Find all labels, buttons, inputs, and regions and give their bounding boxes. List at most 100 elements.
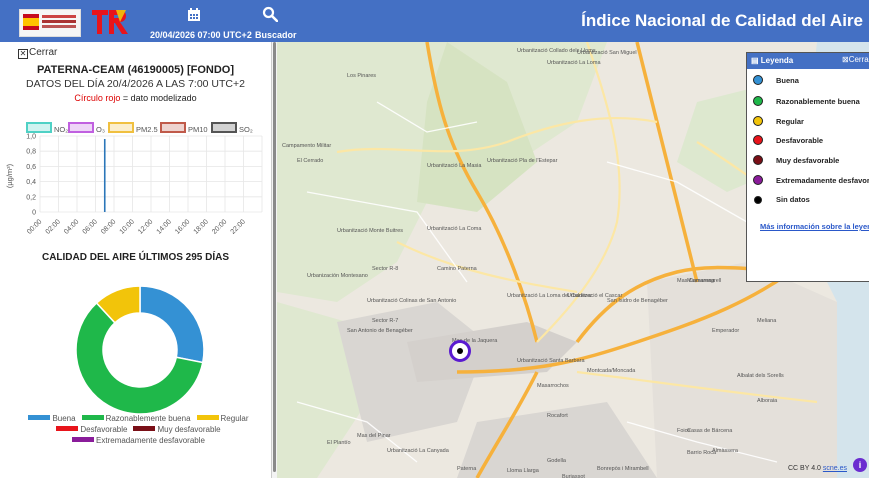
map-place-label: Bonrepòs i Mirambell (597, 466, 649, 472)
modeled-note-rest: = dato modelizado (120, 93, 197, 103)
legend-row: Desfavorable Muy desfavorable (0, 425, 271, 434)
x-tick-label: 16:00 (174, 218, 191, 235)
calendar-icon[interactable] (187, 8, 201, 27)
legend-dot (754, 196, 762, 204)
donut-legend-item[interactable]: Razonablemente buena (76, 414, 191, 423)
map-place-label: Urbanització La Canyada (387, 448, 450, 454)
swatch (81, 415, 104, 420)
legend-more-info-link[interactable]: Más información sobre la leyenda (760, 222, 869, 231)
y-tick-label: 0 (32, 210, 36, 217)
map-place-label: Urbanización Montesano (307, 273, 368, 279)
ministry-logo-text (42, 15, 76, 18)
attribution-link[interactable]: scne.es (823, 465, 847, 472)
station-marker[interactable] (449, 340, 471, 362)
map-place-label: San Isidro de Benagéber (607, 298, 668, 304)
legend-item-extremadamente-desfavorable: Extremadamente desfavorable (753, 175, 869, 185)
modeled-note-red: Círculo rojo (74, 93, 121, 103)
legend-dot (753, 155, 763, 165)
legend-item-regular: Regular (753, 116, 804, 126)
map-place-label: Massamagrell (687, 278, 721, 284)
top-bar: 20/04/2026 07:00 UTC+2 Buscador Índice N… (0, 0, 869, 42)
donut-legend-label: Muy desfavorable (157, 425, 221, 434)
map-place-label: Urbanització La Coma (427, 226, 482, 232)
legend-close-label: Cerrar (848, 55, 869, 64)
legend-dot (753, 175, 763, 185)
modeled-note: Círculo rojo = dato modelizado (0, 93, 271, 103)
map-place-label: Campamento Militar (282, 143, 331, 149)
legend-item-razonablemente-buena: Razonablemente buena (753, 96, 860, 106)
station-panel: ✕ Cerrar PATERNA-CEAM (46190005) [FONDO] … (0, 42, 271, 478)
legend-close-button[interactable]: ⊠Cerrar (842, 55, 869, 64)
map-place-label: Urbanització Colinas de San Antonio (367, 298, 456, 304)
y-tick-label: 0,6 (26, 164, 36, 171)
map-place-label: Urbanització La Masia (427, 163, 482, 169)
x-tick-label: 04:00 (63, 218, 80, 235)
pollutant-line-chart: 0 0,2 0,4 0,6 0,8 1,0 00:00 02:00 04:00 06:00 08:0… (5, 134, 263, 236)
scrollbar-thumb[interactable] (273, 42, 276, 472)
spain-coat-of-arms-icon (23, 14, 39, 30)
x-tick-label: 00:00 (26, 218, 43, 235)
legend-item-label: Razonablemente buena (776, 97, 860, 106)
close-label: Cerrar (29, 47, 58, 58)
map-place-label: Godella (547, 458, 567, 464)
legend-dot (753, 116, 763, 126)
legend-panel: ▤ Leyenda ⊠Cerrar Buena Razonablemente b… (746, 52, 869, 282)
legend-item-label: Muy desfavorable (776, 156, 840, 165)
donut-legend-label: Buena (52, 414, 76, 423)
map-place-label: Urbanització Monte Buitres (337, 228, 403, 234)
y-tick-label: 0,4 (26, 179, 36, 186)
info-icon[interactable]: i (853, 458, 867, 472)
map-place-label: El Cerrado (297, 158, 323, 164)
donut-legend-label: Razonablemente buena (105, 414, 191, 423)
map-place-label: Emperador (712, 328, 739, 334)
x-tick-label: 20:00 (211, 218, 228, 235)
map-place-label: Urbanització La Loma (547, 60, 601, 66)
y-tick-label: 0,8 (26, 149, 36, 156)
donut-legend-item[interactable]: Extremadamente desfavorable (66, 436, 205, 445)
search-icon[interactable] (262, 6, 279, 27)
donut-legend-item[interactable]: Regular (191, 414, 249, 423)
donut-legend-label: Regular (220, 414, 249, 423)
donut-legend: Buena Razonablemente buena Regular Desfavor… (0, 412, 271, 445)
x-tick-label: 12:00 (137, 218, 154, 235)
donut-legend-item[interactable]: Muy desfavorable (127, 425, 221, 434)
swatch (56, 426, 79, 431)
history-donut-chart (75, 285, 205, 415)
x-tick-label: 18:00 (193, 218, 210, 235)
donut-slice-buena[interactable] (139, 285, 205, 364)
legend-item-label: Regular (776, 117, 804, 126)
legend-title: ▤ Leyenda (751, 56, 794, 65)
swatch (196, 415, 219, 420)
government-logo[interactable] (19, 9, 81, 37)
history-title: CALIDAD DEL AIRE ÚLTIMOS 295 DÍAS (41, 252, 230, 263)
attribution-text: CC BY 4.0 (787, 465, 823, 472)
legend-dot (753, 135, 763, 145)
legend-title-text: Leyenda (760, 56, 794, 65)
legend-item-sin-datos: Sin datos (753, 195, 810, 204)
map-place-label: Urbanització Santa Barbara (517, 358, 586, 364)
legend-header: ▤ Leyenda ⊠Cerrar (747, 53, 869, 69)
legend-item-desfavorable: Desfavorable (753, 135, 823, 145)
x-tick-label: 10:00 (119, 218, 136, 235)
transicion-reto-logo-icon[interactable] (90, 6, 134, 36)
app-title: Índice Nacional de Calidad del Aire (581, 11, 863, 30)
map-place-label: Meliana (757, 318, 777, 324)
donut-legend-item[interactable]: Desfavorable (50, 425, 127, 434)
station-name: PATERNA-CEAM (46190005) [FONDO] (36, 64, 234, 76)
y-tick-label: 1,0 (26, 134, 36, 141)
map-place-label: Paterna (457, 466, 477, 472)
x-tick-label: 06:00 (82, 218, 99, 235)
map-place-label: Urbanització San Miguel (577, 50, 637, 56)
close-icon: ✕ (18, 49, 28, 59)
x-tick-label: 02:00 (45, 218, 62, 235)
map-place-label: Masarrochos (537, 383, 569, 389)
x-tick-label: 22:00 (230, 218, 247, 235)
legend-item-muy-desfavorable: Muy desfavorable (753, 155, 839, 165)
map-place-label: Mas del Pinar (357, 433, 391, 439)
date-selector-label[interactable]: 20/04/2026 07:00 UTC+2 (150, 30, 252, 40)
map-attribution: CC BY 4.0 scne.es (788, 465, 847, 472)
close-panel-button[interactable]: ✕ Cerrar (18, 47, 57, 59)
legend-dot (753, 96, 763, 106)
donut-legend-item[interactable]: Buena (22, 414, 76, 423)
search-button-label[interactable]: Buscador (255, 30, 297, 40)
